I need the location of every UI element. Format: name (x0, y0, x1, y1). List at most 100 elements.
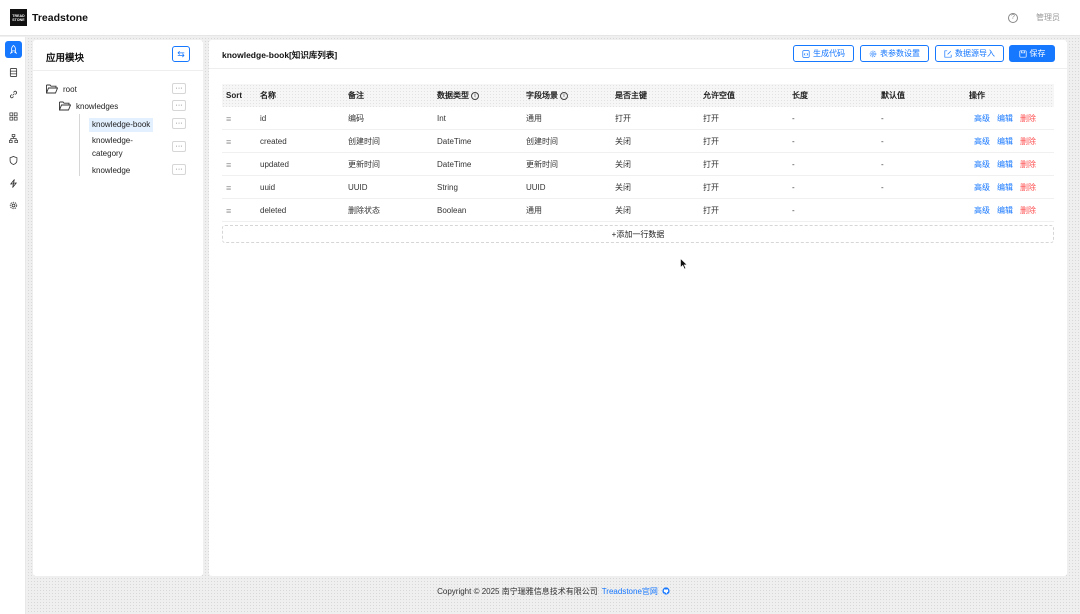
drag-handle-icon[interactable]: ≡ (226, 176, 231, 199)
row-actions: 高级 编辑 删除 (974, 153, 1036, 176)
cell-scene: 创建时间 (526, 137, 558, 146)
advanced-link[interactable]: 高级 (974, 136, 990, 147)
module-panel: 应用模块 ⇆ root ··· knowledges ··· knowledge… (33, 40, 203, 576)
row-actions: 高级 编辑 删除 (974, 199, 1036, 222)
github-icon[interactable] (662, 587, 670, 595)
knowledges-more-button[interactable]: ··· (172, 100, 186, 111)
cell-primary-key: 关闭 (615, 183, 631, 192)
cell-nullable: 打开 (703, 183, 719, 192)
edit-icon (944, 49, 952, 58)
gear-icon[interactable] (5, 197, 22, 214)
site-link[interactable]: Treadstone官网 (602, 586, 658, 597)
generate-code-button[interactable]: 生成代码 (793, 45, 854, 62)
edit-link[interactable]: 编辑 (997, 205, 1013, 216)
link-icon[interactable] (5, 86, 22, 103)
add-row-button[interactable]: +添加一行数据 (222, 225, 1054, 243)
app-title: Treadstone (32, 11, 89, 24)
tree-leaf-knowledge-book[interactable]: knowledge-book (89, 118, 154, 132)
user-menu[interactable]: 管理员 (1036, 12, 1060, 23)
col-actions: 操作 (969, 91, 985, 100)
cell-length: - (792, 114, 795, 123)
rocket-icon[interactable] (5, 41, 22, 58)
cell-nullable: 打开 (703, 137, 719, 146)
apps-icon[interactable] (5, 108, 22, 125)
edit-link[interactable]: 编辑 (997, 136, 1013, 147)
delete-link[interactable]: 删除 (1020, 205, 1036, 216)
lightning-icon[interactable] (5, 175, 22, 192)
root-more-button[interactable]: ··· (172, 83, 186, 94)
col-default: 默认值 (881, 91, 905, 100)
treadstone-logo: TREAD STONE (10, 9, 27, 26)
cell-name: updated (260, 160, 289, 169)
table-row: ≡ created 创建时间 DateTime 创建时间 关闭 打开 - - 高… (222, 130, 1054, 153)
database-icon[interactable] (5, 64, 22, 81)
cell-default: - (881, 137, 884, 146)
cell-length: - (792, 137, 795, 146)
cell-type: DateTime (437, 137, 472, 146)
copyright-text: Copyright © 2025 南宁瑞雅信息技术有限公司 (437, 586, 598, 596)
cell-remark: 创建时间 (348, 137, 380, 146)
edit-link[interactable]: 编辑 (997, 113, 1013, 124)
drag-handle-icon[interactable]: ≡ (226, 130, 231, 153)
cell-default: - (881, 183, 884, 192)
save-button[interactable]: 保存 (1009, 45, 1055, 62)
cell-length: - (792, 183, 795, 192)
drag-handle-icon[interactable]: ≡ (226, 107, 231, 130)
delete-link[interactable]: 删除 (1020, 136, 1036, 147)
shield-icon[interactable] (5, 152, 22, 169)
col-sort: Sort (226, 91, 242, 100)
row-actions: 高级 编辑 删除 (974, 176, 1036, 199)
col-nullable: 允许空值 (703, 91, 735, 100)
knowledge-more-button[interactable]: ··· (172, 164, 186, 175)
tree-leaf-knowledge[interactable]: knowledge (89, 164, 133, 178)
tree-node-knowledges[interactable]: knowledges (59, 101, 118, 111)
cell-default: - (881, 160, 884, 169)
cell-nullable: 打开 (703, 160, 719, 169)
tree-node-root[interactable]: root (46, 84, 77, 94)
field-table: Sort 名称 备注 数据类型 i 字段场景 i 是否主键 允许空值 长度 默认… (222, 84, 1054, 222)
cell-nullable: 打开 (703, 114, 719, 123)
drag-handle-icon[interactable]: ≡ (226, 153, 231, 176)
advanced-link[interactable]: 高级 (974, 205, 990, 216)
module-panel-title: 应用模块 (46, 53, 85, 64)
knowledge-category-more-button[interactable]: ··· (172, 141, 186, 152)
col-remark: 备注 (348, 91, 364, 100)
cell-default: - (881, 114, 884, 123)
edit-link[interactable]: 编辑 (997, 182, 1013, 193)
info-icon[interactable]: i (560, 91, 568, 100)
cell-remark: 编码 (348, 114, 364, 123)
table-header-row: Sort 名称 备注 数据类型 i 字段场景 i 是否主键 允许空值 长度 默认… (222, 84, 1054, 107)
knowledge-book-more-button[interactable]: ··· (172, 118, 186, 129)
drag-handle-icon[interactable]: ≡ (226, 199, 231, 222)
question-circle-icon[interactable]: ? (1008, 12, 1018, 23)
advanced-link[interactable]: 高级 (974, 159, 990, 170)
row-actions: 高级 编辑 删除 (974, 107, 1036, 130)
tree-leaf-knowledge-category[interactable]: knowledge- category (89, 134, 136, 161)
info-icon[interactable]: i (471, 91, 479, 100)
icon-sidebar (0, 37, 26, 614)
advanced-link[interactable]: 高级 (974, 182, 990, 193)
table-row: ≡ id 编码 Int 通用 打开 打开 - - 高级 编辑 删除 (222, 107, 1054, 130)
cell-type: Int (437, 114, 446, 123)
datasource-import-button[interactable]: 数据源导入 (935, 45, 1004, 62)
swap-icon[interactable]: ⇆ (172, 46, 190, 62)
col-primary-key: 是否主键 (615, 91, 647, 100)
col-type-label: 数据类型 (437, 91, 469, 100)
table-params-button[interactable]: 表参数设置 (860, 45, 929, 62)
delete-link[interactable]: 删除 (1020, 182, 1036, 193)
tree-leaf-category-line1: knowledge- (92, 136, 133, 145)
cell-scene: 通用 (526, 114, 542, 123)
cell-name: created (260, 137, 287, 146)
advanced-link[interactable]: 高级 (974, 113, 990, 124)
cell-scene: 通用 (526, 206, 542, 215)
col-length: 长度 (792, 91, 808, 100)
col-scene-label: 字段场景 (526, 91, 558, 100)
delete-link[interactable]: 删除 (1020, 113, 1036, 124)
cell-length: - (792, 160, 795, 169)
edit-link[interactable]: 编辑 (997, 159, 1013, 170)
sitemap-icon[interactable] (5, 130, 22, 147)
cell-type: Boolean (437, 206, 467, 215)
delete-link[interactable]: 删除 (1020, 159, 1036, 170)
table-row: ≡ updated 更新时间 DateTime 更新时间 关闭 打开 - - 高… (222, 153, 1054, 176)
cell-remark: 删除状态 (348, 206, 380, 215)
